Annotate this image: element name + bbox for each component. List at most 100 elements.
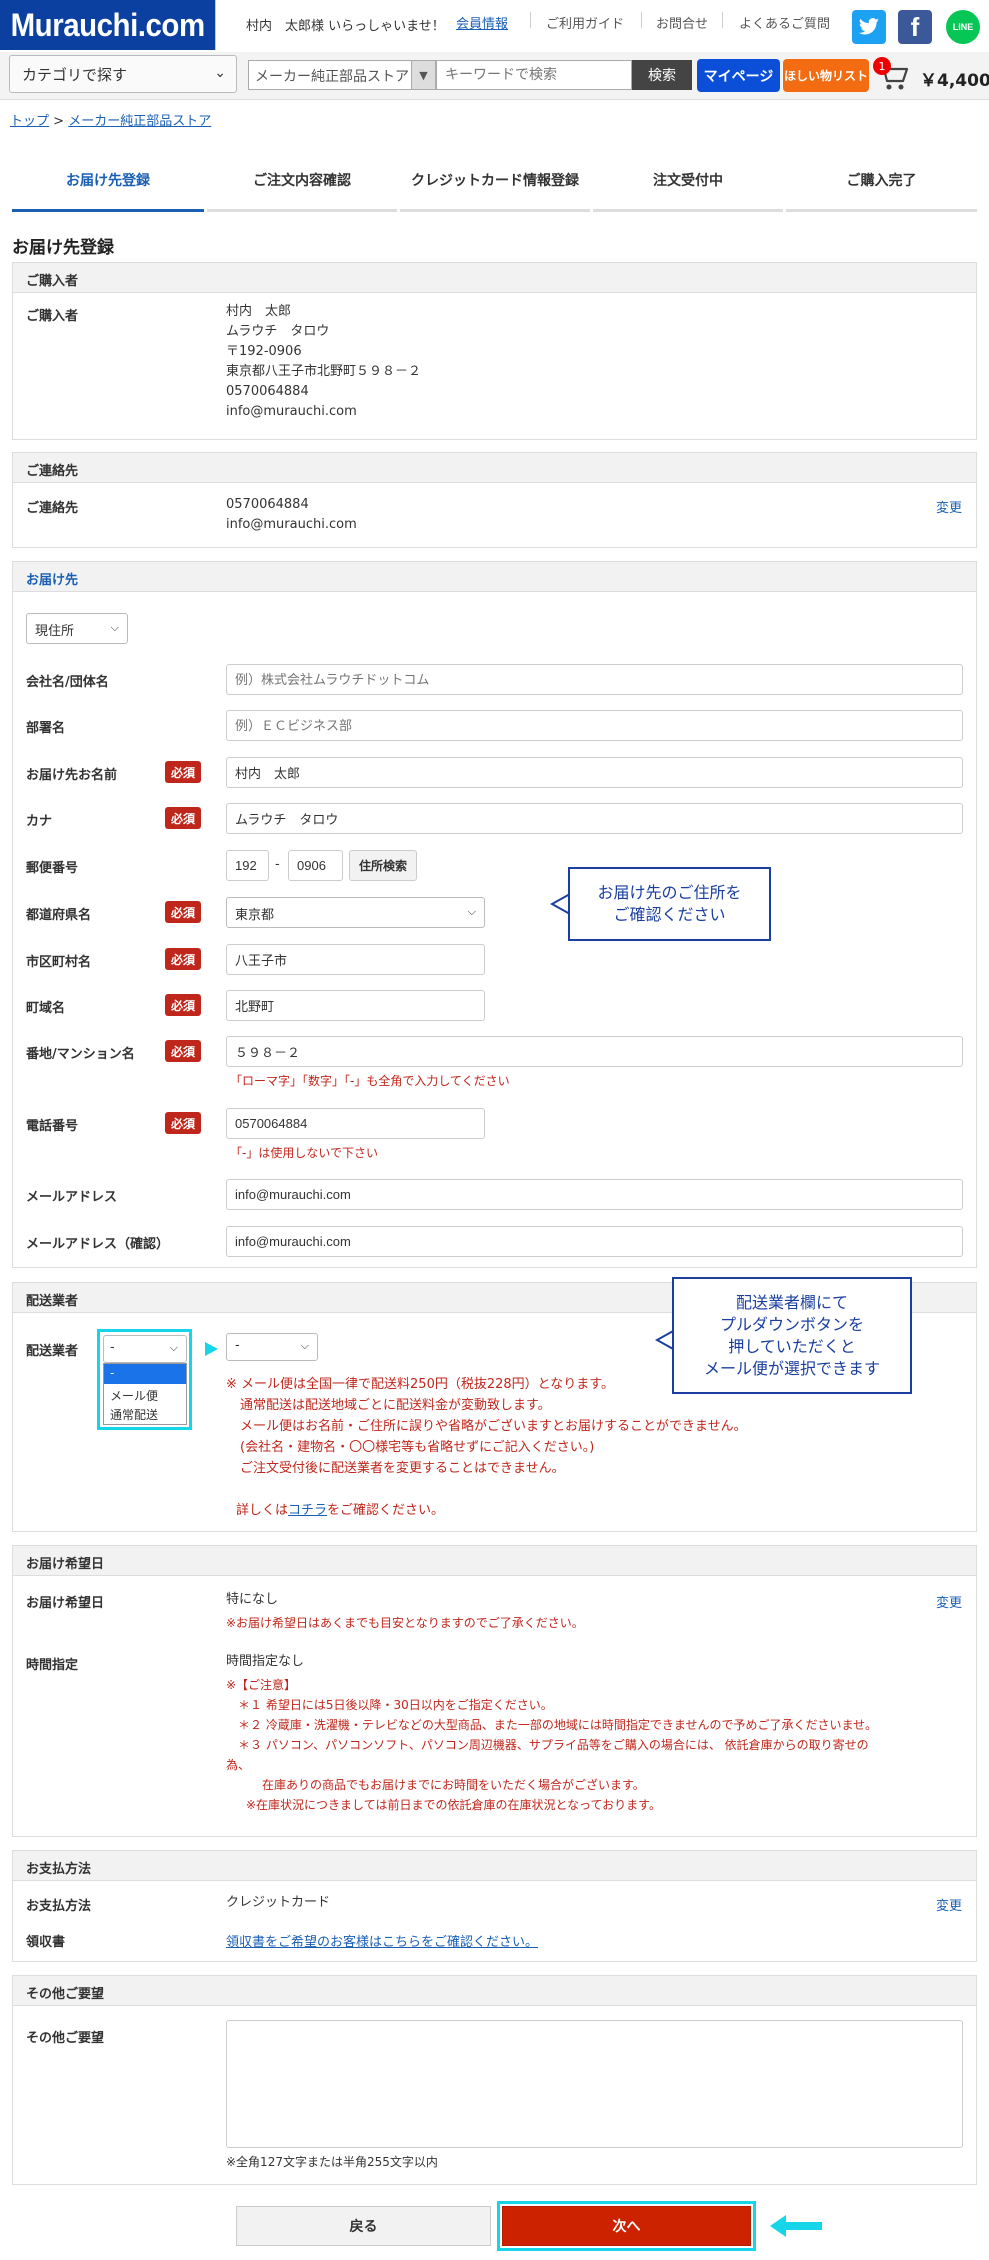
breadcrumb-maker-store[interactable]: メーカー純正部品ストア [68, 114, 211, 129]
purchaser-section: ご購入者 [12, 262, 977, 440]
payment-label: お支払方法 [26, 1899, 92, 1914]
chevron-down-icon: ⌵ [467, 905, 476, 918]
required-badge: 必須 [165, 761, 201, 783]
desired-date-note: ※お届け希望日はあくまでも目安となりますのでご了承ください。 [226, 1616, 584, 1630]
email-input[interactable] [226, 1179, 963, 1210]
email-label: メールアドレス [26, 1190, 118, 1205]
desired-date-change-link[interactable]: 変更 [936, 1592, 962, 1611]
chevron-down-icon: ⌄ [214, 65, 226, 81]
city-label: 市区町村名 [26, 955, 92, 970]
cart-price[interactable]: ￥4,400 [920, 66, 989, 91]
tel-input[interactable] [226, 1108, 485, 1139]
step-delivery: お届け先登録 [12, 150, 204, 212]
step-complete: ご購入完了 [786, 150, 977, 212]
carrier-option[interactable]: - [104, 1364, 186, 1384]
street-label: 番地/マンション名 [26, 1047, 135, 1062]
zip1-input[interactable] [226, 850, 269, 881]
detail-suffix: をご確認ください。 [327, 1503, 445, 1518]
carrier-select[interactable]: - ⌵ [103, 1335, 187, 1363]
contact-phone: 0570064884 [226, 497, 309, 512]
purchaser-name: 村内 太郎 [226, 304, 292, 319]
tel-note: 「-」は使用しないで下さい [230, 1146, 378, 1160]
payment-change-link[interactable]: 変更 [936, 1895, 962, 1914]
requests-label: その他ご要望 [26, 2031, 105, 2046]
section-heading: その他ご要望 [13, 1976, 976, 2006]
purchaser-phone: 0570064884 [226, 384, 309, 399]
purchaser-address: 東京都八王子市北野町５９８－２ [226, 364, 422, 379]
facebook-icon[interactable]: f [898, 10, 932, 44]
purchaser-email: info@murauchi.com [226, 404, 357, 419]
purchaser-zip: 〒192-0906 [226, 344, 302, 359]
section-heading: ご連絡先 [13, 453, 976, 483]
next-button[interactable]: 次へ [502, 2206, 751, 2246]
chevron-down-icon: ⌵ [110, 621, 119, 634]
mypage-button[interactable]: マイページ [697, 59, 780, 92]
zip2-input[interactable] [288, 850, 343, 881]
street-input[interactable] [226, 1036, 963, 1067]
contact-change-link[interactable]: 変更 [936, 497, 962, 516]
keyword-search-input[interactable] [436, 60, 632, 90]
tel-label: 電話番号 [26, 1119, 79, 1134]
site-logo[interactable]: Murauchi.com [0, 0, 216, 50]
welcome-text: 村内 太郎様 いらっしゃいませ！ [246, 19, 445, 34]
purchaser-kana: ムラウチ タロウ [226, 324, 330, 339]
carrier-select-value: - [110, 1340, 115, 1355]
divider [530, 12, 531, 28]
required-badge: 必須 [165, 948, 201, 970]
section-heading: お届け先 [13, 562, 976, 592]
receipt-link[interactable]: 領収書をご希望のお客様はこちらをご確認ください。 [226, 1931, 538, 1950]
caution-title: ※【ご注意】 [226, 1678, 297, 1692]
zip-label: 郵便番号 [26, 861, 79, 876]
wishlist-button[interactable]: ほしい物リスト [783, 59, 869, 92]
address-callout: お届け先のご住所を ご確認ください [568, 867, 771, 941]
twitter-icon[interactable] [852, 10, 886, 44]
breadcrumb-top[interactable]: トップ [10, 114, 49, 129]
callout-line: 配送業者欄にて [735, 1292, 848, 1312]
faq-link[interactable]: よくあるご質問 [739, 13, 830, 32]
divider [722, 12, 723, 28]
search-button[interactable]: 検索 [632, 60, 692, 90]
carrier-label: 配送業者 [26, 1344, 79, 1359]
detail-prefix: 詳しくは [236, 1503, 289, 1518]
carrier-dropdown-list: - メール便 通常配送 [103, 1363, 187, 1425]
name-input[interactable] [226, 757, 963, 788]
email-confirm-input[interactable] [226, 1226, 963, 1257]
maker-select[interactable]: メーカー純正部品ストア ▼ [248, 60, 436, 90]
address-search-button[interactable]: 住所検索 [349, 850, 417, 881]
caution-item: ＊２ 冷蔵庫・洗濯機・テレビなどの大型商品、また一部の地域には時間指定できません… [238, 1718, 878, 1732]
carrier-callout: 配送業者欄にて プルダウンボタンを 押していただくと メール便が選択できます [672, 1277, 912, 1394]
cart-count-badge: 1 [873, 57, 891, 75]
company-input[interactable] [226, 664, 963, 695]
category-button[interactable]: カテゴリで探す ⌄ [9, 55, 237, 93]
address-type-value: 現住所 [35, 624, 75, 639]
carrier-note: ※ メール便は全国一律で配送料250円（税抜228円）となります。 [226, 1377, 614, 1392]
maker-select-label: メーカー純正部品ストア [255, 69, 409, 85]
carrier-detail-link[interactable]: コチラ [288, 1503, 327, 1518]
carrier-option-mail[interactable]: メール便 [104, 1384, 186, 1404]
zip-dash: - [275, 857, 280, 872]
contact-link[interactable]: お問合せ [656, 13, 708, 32]
receipt-label: 領収書 [26, 1935, 66, 1950]
back-button[interactable]: 戻る [236, 2206, 491, 2246]
city-input[interactable] [226, 944, 485, 975]
email-confirm-label: メールアドレス（確認） [26, 1237, 170, 1252]
required-badge: 必須 [165, 1040, 201, 1062]
carrier-option-standard[interactable]: 通常配送 [104, 1404, 186, 1424]
carrier-detail-value: - [235, 1338, 240, 1353]
caution-item: ※在庫状況につきましては前日までの依託倉庫の在庫状況となっております。 [246, 1798, 661, 1812]
town-input[interactable] [226, 990, 485, 1021]
callout-line: プルダウンボタンを [719, 1314, 864, 1334]
prefecture-select[interactable]: 東京都 ⌵ [226, 897, 485, 928]
line-icon[interactable]: LINE [946, 10, 980, 44]
carrier-detail-select[interactable]: - ⌵ [226, 1333, 318, 1361]
member-info-link[interactable]: 会員情報 [456, 13, 508, 32]
payment-value: クレジットカード [226, 1895, 331, 1910]
dept-input[interactable] [226, 710, 963, 741]
address-type-select[interactable]: 現住所 ⌵ [26, 613, 128, 644]
carrier-note: ご注文受付後に配送業者を変更することはできません。 [240, 1461, 565, 1476]
carrier-note: メール便はお名前・ご住所に誤りや省略がございますとお届けすることができません。 [240, 1419, 747, 1434]
guide-link[interactable]: ご利用ガイド [546, 13, 624, 32]
requests-textarea[interactable] [226, 2020, 963, 2148]
section-heading: お支払方法 [13, 1851, 976, 1881]
kana-input[interactable] [226, 803, 963, 834]
